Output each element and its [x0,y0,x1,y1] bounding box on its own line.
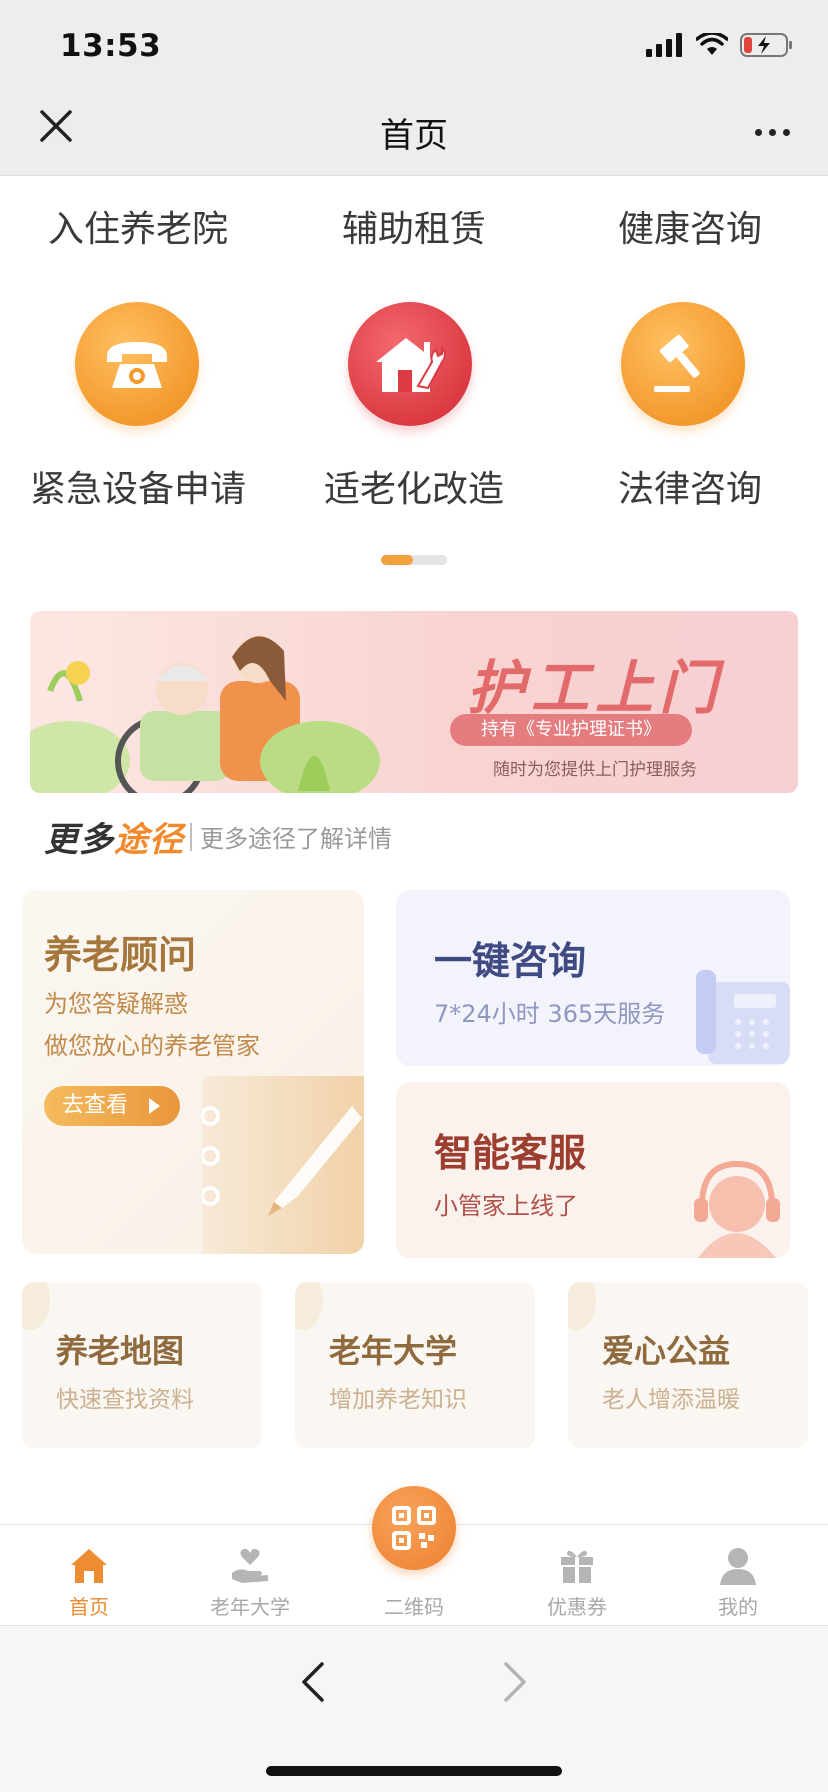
pager-active-dot [381,555,413,565]
divider [190,822,192,851]
more-options-button[interactable] [744,112,800,152]
elderly-map-card[interactable]: 养老地图 快速查找资料 [22,1282,262,1448]
more-dots-icon [754,128,762,136]
back-arrow-icon[interactable] [296,1660,332,1704]
aging-renovation-label[interactable]: 适老化改造 [276,460,552,512]
tab-home-label: 首页 [69,1595,109,1619]
decoration [295,1282,323,1330]
university-title: 老年大学 [329,1332,458,1370]
more-ways-logo-part2: 途径 [114,820,184,860]
emergency-device-label[interactable]: 紧急设备申请 [0,460,276,512]
pen-icon [200,1106,362,1216]
advisor-title: 养老顾问 [44,933,197,977]
tab-university-label: 老年大学 [210,1595,290,1619]
caregiver-illustration [30,635,380,793]
tab-qrcode-label: 二维码 [384,1595,444,1619]
university-subtitle: 增加养老知识 [329,1387,467,1413]
telephone-icon [107,342,167,388]
banner-title: 护工上门 [466,654,723,722]
menu-item-health-consult[interactable]: 健康咨询 [552,200,828,252]
battery-icon [740,33,792,57]
advisor-line2: 做您放心的养老管家 [44,1032,260,1060]
tab-home[interactable]: 首页 [29,1525,149,1625]
qrcode-icon [392,1506,436,1550]
phone-illustration-icon [696,970,790,1064]
forward-arrow-icon[interactable] [496,1660,532,1704]
smart-service-card[interactable]: 智能客服 小管家上线了 [396,1082,790,1258]
gift-icon [561,1550,593,1583]
service-subtitle: 小管家上线了 [434,1192,578,1220]
senior-university-card[interactable]: 老年大学 增加养老知识 [295,1282,535,1448]
top-bar: 13:53 首页 [0,0,828,176]
one-click-consult-card[interactable]: 一键咨询 7*24小时 365天服务 [396,890,790,1066]
emergency-device-button[interactable] [75,302,199,426]
legal-consult-label[interactable]: 法律咨询 [552,460,828,512]
map-title: 养老地图 [56,1332,185,1370]
elderly-advisor-card[interactable]: 养老顾问 为您答疑解惑 做您放心的养老管家 去查看 [22,890,364,1254]
home-care-banner[interactable]: 护工上门 持有《专业护理证书》 随时为您提供上门护理服务 [30,611,798,793]
view-button[interactable]: 去查看 [44,1086,180,1126]
tab-mine[interactable]: 我的 [678,1525,798,1625]
house-wrench-icon [376,338,446,392]
gavel-icon [654,334,700,392]
notebook-pen-illustration [200,1076,364,1254]
map-subtitle: 快速查找资料 [56,1387,194,1413]
customer-service-icon [694,1160,780,1258]
charity-subtitle: 老人增添温暖 [602,1387,740,1413]
consult-title: 一键咨询 [434,939,587,983]
tab-coupon[interactable]: 优惠券 [517,1525,637,1625]
charity-title: 爱心公益 [602,1332,731,1370]
charity-card[interactable]: 爱心公益 老人增添温暖 [568,1282,808,1448]
status-icons [646,32,794,58]
home-icon [71,1549,107,1583]
more-dot [768,128,776,136]
legal-consult-button[interactable] [621,302,745,426]
hand-heart-icon [232,1548,268,1583]
aging-renovation-button[interactable] [348,302,472,426]
page-title: 首页 [380,116,448,156]
signal-icon [646,33,682,57]
carousel-pager [381,555,447,565]
tab-university[interactable]: 老年大学 [190,1525,310,1625]
consult-subtitle: 7*24小时 365天服务 [434,1000,666,1028]
tab-coupon-label: 优惠券 [547,1595,607,1619]
banner-certificate-pill: 持有《专业护理证书》 [450,714,692,746]
qrcode-button[interactable] [372,1486,456,1570]
menu-item-assistive-rental[interactable]: 辅助租赁 [276,200,552,252]
more-ways-logo: 更多途径 [44,812,184,861]
more-ways-logo-part1: 更多 [44,820,114,860]
menu-item-nursing-home[interactable]: 入住养老院 [0,200,276,252]
home-indicator[interactable] [266,1766,562,1776]
decoration [22,1282,50,1330]
decoration [568,1282,596,1330]
status-time: 13:53 [60,28,162,64]
service-title: 智能客服 [434,1131,587,1175]
more-dot [782,128,790,136]
banner-subtitle: 随时为您提供上门护理服务 [493,760,697,780]
advisor-line1: 为您答疑解惑 [44,990,188,1018]
more-ways-section[interactable]: 更多途径 更多途径了解详情 [44,812,392,861]
tab-mine-label: 我的 [718,1595,758,1619]
more-ways-text: 更多途径了解详情 [200,825,392,853]
user-icon [720,1548,756,1585]
wifi-icon [696,33,728,55]
